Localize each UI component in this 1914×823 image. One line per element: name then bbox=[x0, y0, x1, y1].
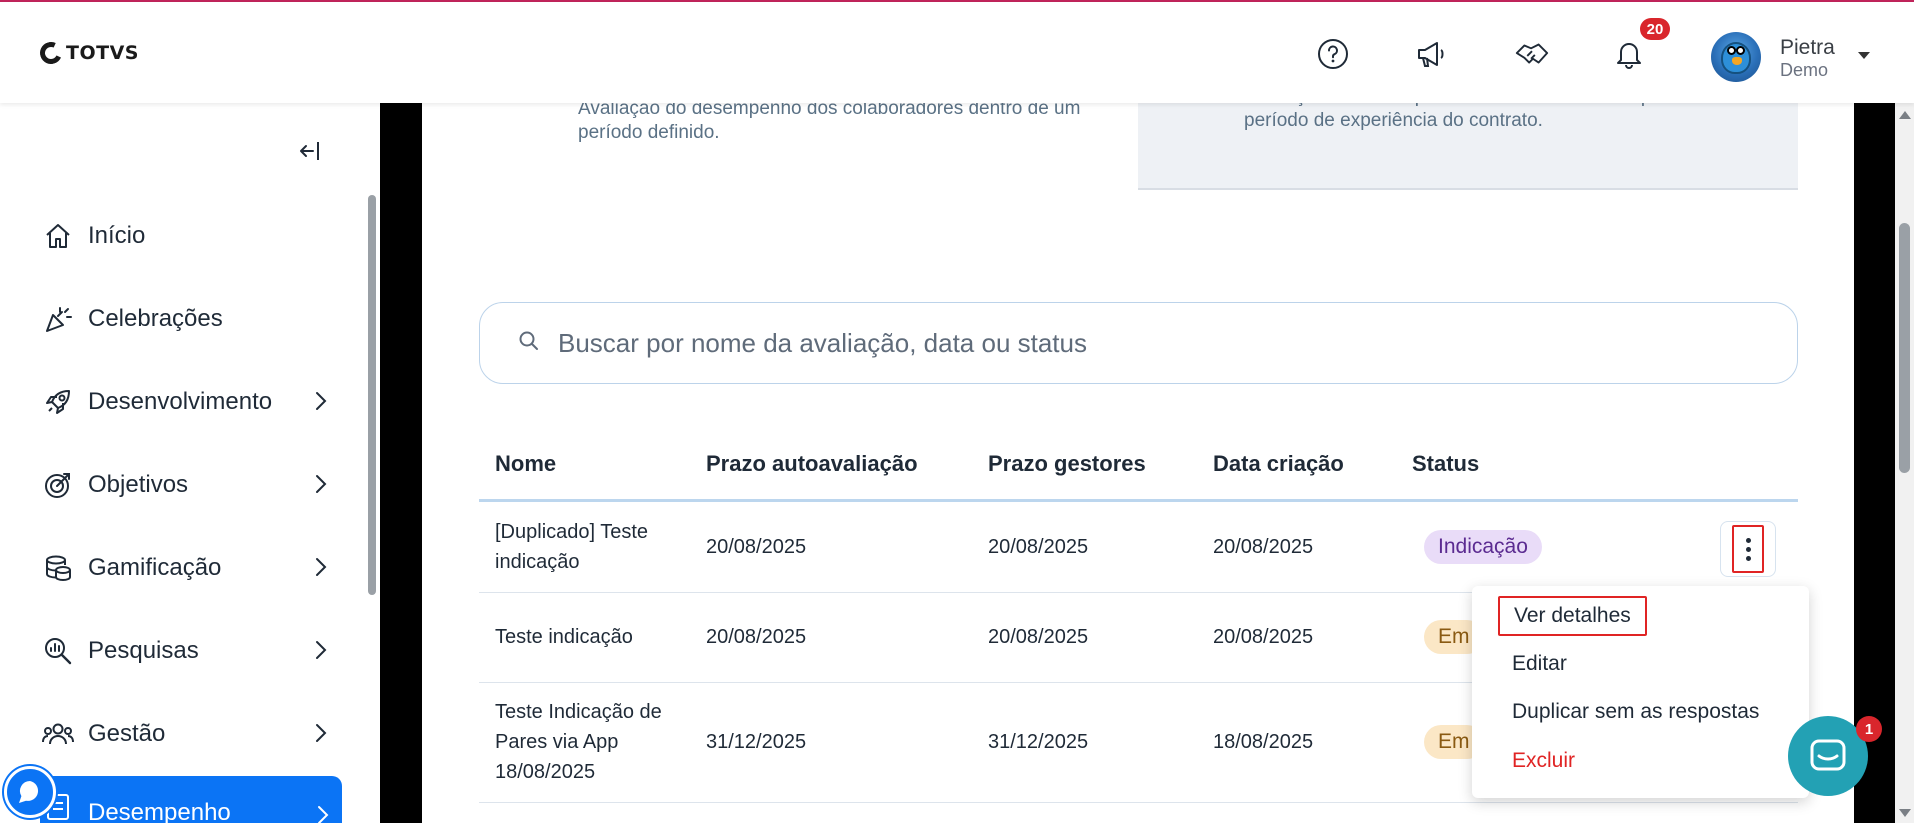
cell-self-deadline: 31/12/2025 bbox=[690, 682, 972, 803]
scroll-down-icon[interactable] bbox=[1899, 809, 1911, 817]
handshake-icon[interactable] bbox=[1514, 36, 1550, 72]
cell-self-deadline: 20/08/2025 bbox=[690, 592, 972, 683]
sidebar: Início Celebrações Desenvolvimento Objet… bbox=[0, 103, 380, 823]
user-role: Demo bbox=[1780, 60, 1829, 80]
cell-name: Teste indicação bbox=[479, 592, 690, 683]
column-header-nome[interactable]: Nome bbox=[479, 430, 690, 502]
cell-created: 18/08/2025 bbox=[1197, 682, 1396, 803]
sidebar-item-desempenho[interactable]: Desempenho bbox=[40, 776, 342, 823]
logo-text: TOTVS bbox=[66, 42, 139, 64]
bell-icon[interactable] bbox=[1611, 36, 1647, 72]
page-scrollbar[interactable] bbox=[1895, 103, 1914, 823]
row-actions-button[interactable] bbox=[1720, 521, 1776, 577]
sidebar-item-gestao[interactable]: Gestão bbox=[40, 706, 340, 762]
cell-created: 20/08/2025 bbox=[1197, 592, 1396, 683]
menu-item-ver-detalhes[interactable]: Ver detalhes bbox=[1498, 596, 1647, 636]
top-header: TOTVS 20 Pietra Demo bbox=[0, 2, 1914, 103]
coins-icon bbox=[40, 550, 76, 586]
megaphone-icon[interactable] bbox=[1413, 36, 1449, 72]
column-header-prazo-gestores[interactable]: Prazo gestores bbox=[972, 430, 1197, 502]
cell-name: Teste Indicação de Pares via App 18/08/2… bbox=[479, 682, 690, 803]
cell-self-deadline: 20/08/2025 bbox=[690, 500, 972, 593]
cell-manager-deadline: 20/08/2025 bbox=[972, 500, 1197, 593]
chat-badge: 1 bbox=[1856, 716, 1882, 742]
team-icon bbox=[40, 716, 76, 752]
card-description: Avaliação do desempenho dos colaboradore… bbox=[1244, 103, 1744, 131]
party-icon bbox=[40, 301, 76, 337]
scroll-up-icon[interactable] bbox=[1899, 111, 1911, 119]
chevron-right-icon bbox=[314, 390, 328, 417]
sidebar-item-label: Objetivos bbox=[88, 471, 189, 498]
rocket-icon bbox=[40, 384, 76, 420]
status-badge: Indicação bbox=[1424, 529, 1542, 564]
menu-item-excluir[interactable]: Excluir bbox=[1512, 749, 1575, 773]
chevron-right-icon bbox=[314, 722, 328, 749]
sidebar-item-label: Desempenho bbox=[88, 799, 231, 823]
menu-item-editar[interactable]: Editar bbox=[1512, 652, 1567, 676]
chevron-right-icon bbox=[314, 556, 328, 583]
search-input[interactable] bbox=[558, 327, 1758, 359]
sidebar-item-label: Desenvolvimento bbox=[88, 388, 273, 415]
sidebar-item-label: Gestão bbox=[88, 720, 166, 747]
sidebar-item-inicio[interactable]: Início bbox=[40, 208, 340, 264]
chevron-right-icon bbox=[316, 804, 330, 823]
search-icon bbox=[518, 330, 540, 357]
column-header-data-criacao[interactable]: Data criação bbox=[1197, 430, 1396, 502]
user-name[interactable]: Pietra bbox=[1780, 36, 1835, 60]
more-vertical-icon bbox=[1732, 525, 1764, 573]
sidebar-item-gamificacao[interactable]: Gamificação bbox=[40, 540, 340, 596]
target-icon bbox=[40, 467, 76, 503]
row-actions-menu: Ver detalhes Editar Duplicar sem as resp… bbox=[1472, 586, 1809, 798]
chevron-down-icon[interactable] bbox=[1858, 52, 1870, 59]
search-chart-icon bbox=[40, 633, 76, 669]
totvs-logo[interactable]: TOTVS bbox=[36, 38, 139, 68]
logo-mark-icon bbox=[36, 38, 66, 68]
table-header-row: Nome Prazo autoavaliação Prazo gestores … bbox=[479, 430, 1798, 502]
avatar[interactable] bbox=[1711, 32, 1761, 82]
help-chat-button[interactable] bbox=[4, 766, 56, 818]
collapse-sidebar-icon[interactable] bbox=[296, 137, 324, 170]
card-description: Avaliação do desempenho dos colaboradore… bbox=[578, 103, 1081, 143]
cell-created: 20/08/2025 bbox=[1197, 500, 1396, 593]
menu-item-duplicar[interactable]: Duplicar sem as respostas bbox=[1512, 700, 1759, 724]
scrollbar-thumb[interactable] bbox=[1899, 223, 1910, 473]
chevron-right-icon bbox=[314, 473, 328, 500]
table-row[interactable]: [Duplicado] Teste indicação 20/08/2025 2… bbox=[479, 500, 1798, 593]
sidebar-item-objetivos[interactable]: Objetivos bbox=[40, 457, 340, 513]
search-box[interactable] bbox=[479, 302, 1798, 384]
sidebar-item-pesquisas[interactable]: Pesquisas bbox=[40, 623, 340, 679]
sidebar-item-label: Celebrações bbox=[88, 305, 223, 332]
help-icon[interactable] bbox=[1315, 36, 1351, 72]
notification-badge: 20 bbox=[1640, 18, 1670, 40]
home-icon bbox=[40, 218, 76, 254]
column-header-status[interactable]: Status bbox=[1396, 430, 1798, 502]
sidebar-scrollbar[interactable] bbox=[368, 195, 376, 595]
sidebar-item-label: Gamificação bbox=[88, 554, 222, 581]
sidebar-item-celebracoes[interactable]: Celebrações bbox=[40, 291, 340, 347]
column-header-prazo-autoavaliacao[interactable]: Prazo autoavaliação bbox=[690, 430, 972, 502]
cell-name: [Duplicado] Teste indicação bbox=[479, 500, 690, 593]
cell-manager-deadline: 31/12/2025 bbox=[972, 682, 1197, 803]
sidebar-item-desenvolvimento[interactable]: Desenvolvimento bbox=[40, 374, 340, 430]
sidebar-item-label: Pesquisas bbox=[88, 637, 199, 664]
sidebar-item-label: Início bbox=[88, 222, 146, 249]
cell-manager-deadline: 20/08/2025 bbox=[972, 592, 1197, 683]
chevron-right-icon bbox=[314, 639, 328, 666]
